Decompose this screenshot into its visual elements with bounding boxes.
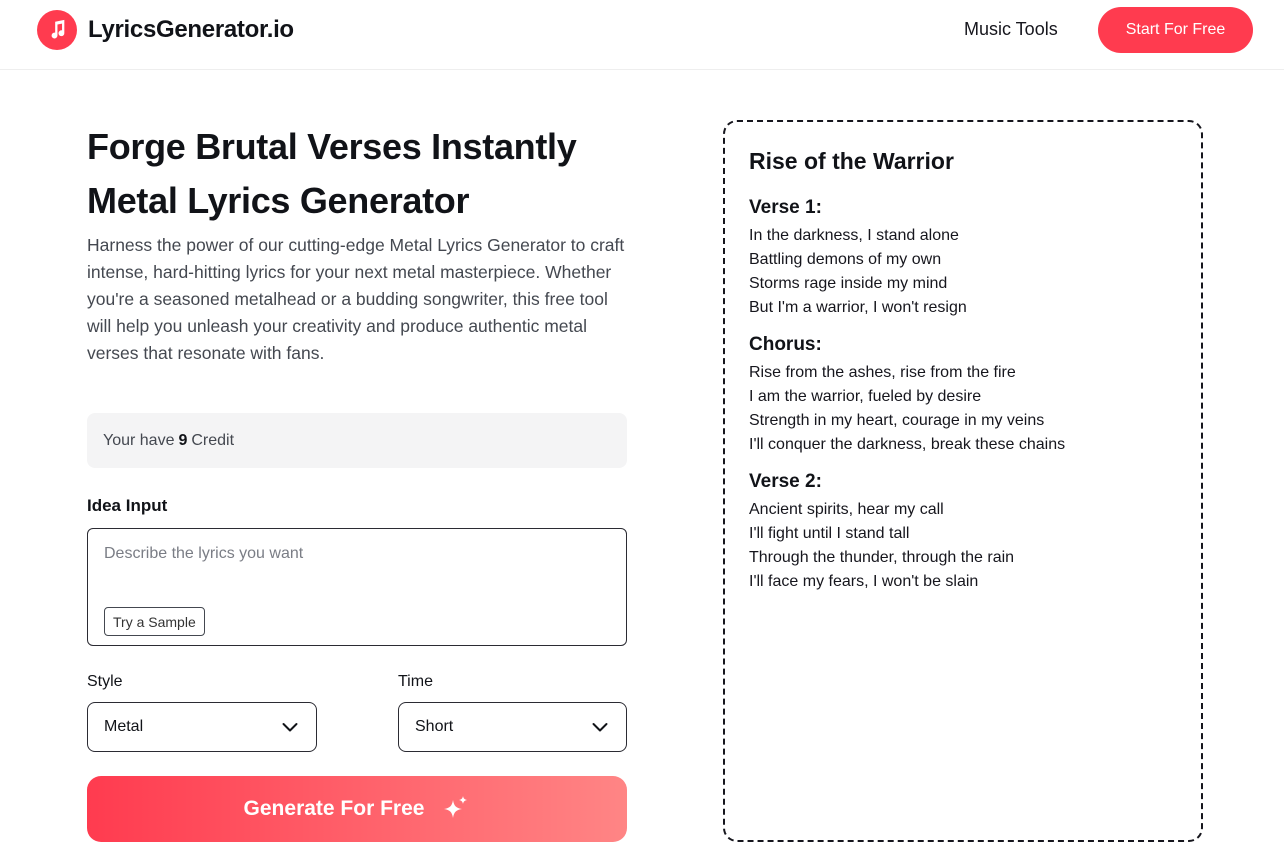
lyric-line: I'll conquer the darkness, break these c… xyxy=(749,436,1066,453)
nav-music-tools[interactable]: Music Tools xyxy=(964,19,1058,40)
brand-logo[interactable]: LyricsGenerator.io xyxy=(37,10,294,50)
lyric-line: I am the warrior, fueled by desire xyxy=(749,388,982,405)
lyric-line: Storms rage inside my mind xyxy=(749,275,948,292)
style-label: Style xyxy=(87,673,123,690)
lyric-line: But I'm a warrior, I won't resign xyxy=(749,299,967,316)
style-select[interactable]: Metal xyxy=(87,702,317,752)
lyrics-section: Verse 2: Ancient spirits, hear my call I… xyxy=(749,471,1177,594)
generator-intro: Forge Brutal Verses Instantly Metal Lyri… xyxy=(87,120,627,367)
page-description: Harness the power of our cutting-edge Me… xyxy=(87,235,625,363)
section-title: Chorus: xyxy=(749,334,822,355)
chevron-down-icon xyxy=(282,723,298,732)
style-selected-value: Metal xyxy=(104,718,144,735)
credits-count: 9 xyxy=(178,431,188,449)
music-note-icon xyxy=(37,10,77,50)
credits-prefix: Your have xyxy=(103,431,175,449)
lyric-line: Strength in my heart, courage in my vein… xyxy=(749,412,1045,429)
time-select[interactable]: Short xyxy=(398,702,627,752)
generate-button-label: Generate For Free xyxy=(243,797,425,820)
credits-banner: Your have 9 Credit xyxy=(87,413,627,468)
time-selected-value: Short xyxy=(415,718,454,735)
page-title-line-1: Forge Brutal Verses Instantly xyxy=(87,126,577,167)
section-title: Verse 1: xyxy=(749,197,822,218)
lyric-line: In the darkness, I stand alone xyxy=(749,227,959,244)
try-sample-button[interactable]: Try a Sample xyxy=(104,607,205,636)
credits-suffix: Credit xyxy=(191,431,235,449)
lyric-line: Battling demons of my own xyxy=(749,251,942,268)
time-label: Time xyxy=(398,673,433,690)
lyrics-section: Verse 1: In the darkness, I stand alone … xyxy=(749,197,1177,320)
site-header: LyricsGenerator.io Music Tools Start For… xyxy=(0,0,1284,70)
page-title-line-2: Metal Lyrics Generator xyxy=(87,180,470,221)
lyric-line: Through the thunder, through the rain xyxy=(749,549,1015,566)
idea-input-field[interactable] xyxy=(88,529,626,599)
section-title: Verse 2: xyxy=(749,471,822,492)
lyrics-output-panel: Rise of the Warrior Verse 1: In the dark… xyxy=(723,120,1203,842)
start-for-free-button[interactable]: Start For Free xyxy=(1098,7,1253,53)
idea-input-label: Idea Input xyxy=(87,496,168,515)
brand-name: LyricsGenerator.io xyxy=(88,16,294,43)
lyric-line: I'll fight until I stand tall xyxy=(749,525,910,542)
song-title: Rise of the Warrior xyxy=(749,148,954,174)
sparkle-icon xyxy=(444,796,468,818)
generate-button[interactable]: Generate For Free xyxy=(87,776,627,842)
chevron-down-icon xyxy=(592,723,608,732)
lyric-line: I'll face my fears, I won't be slain xyxy=(749,573,979,590)
lyric-line: Ancient spirits, hear my call xyxy=(749,501,944,518)
lyric-line: Rise from the ashes, rise from the fire xyxy=(749,364,1016,381)
idea-input-box: Try a Sample xyxy=(87,528,627,646)
lyrics-section: Chorus: Rise from the ashes, rise from t… xyxy=(749,334,1177,457)
